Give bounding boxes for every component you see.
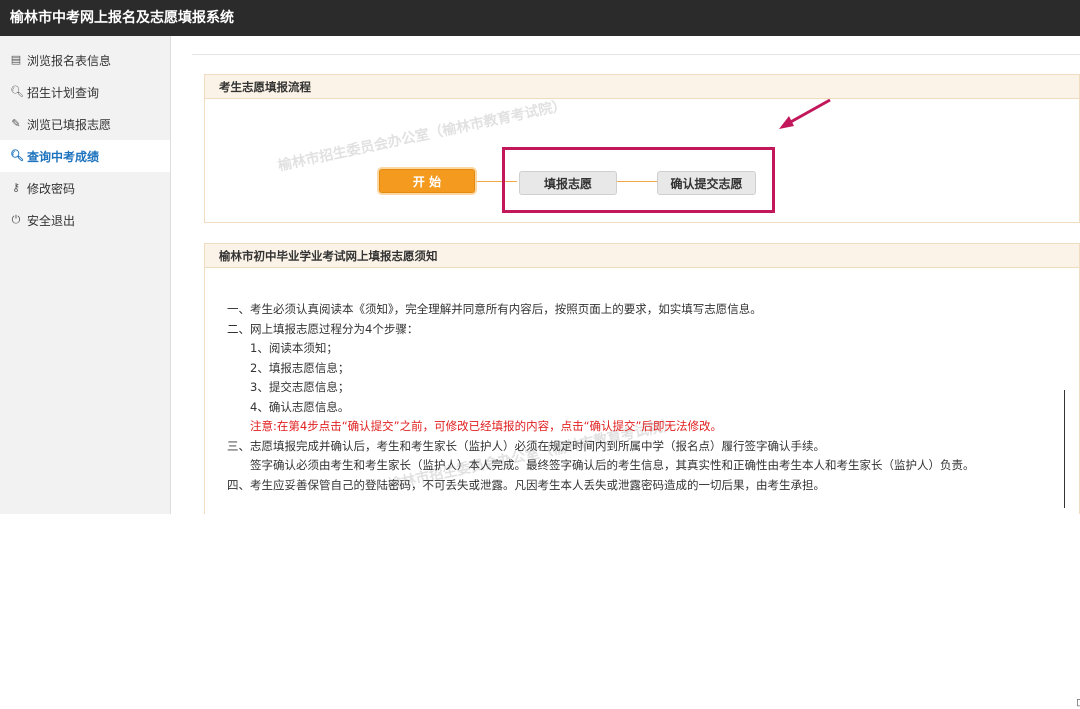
document-icon: ▤ [10,53,22,66]
app-title: 榆林市中考网上报名及志愿填报系统 [10,10,234,26]
notice-warning: 注意:在第4步点击“确认提交”之前，可修改已经填报的内容，点击“确认提交”后即无… [227,419,723,433]
sidebar-item-logout[interactable]: ⏻ 安全退出 [0,204,170,236]
sidebar-item-label: 安全退出 [27,213,76,228]
sidebar-item-view-registration[interactable]: ▤ 浏览报名表信息 [0,44,170,76]
search-icon: 🔍︎ [10,85,24,98]
app-title-bar: 榆林市中考网上报名及志愿填报系统 [0,0,1080,36]
main-content: 考生志愿填报流程 榆林市招生委员会办公室（榆林市教育考试院） 开 始 填报志愿 … [172,36,1080,709]
start-button[interactable]: 开 始 [379,169,475,193]
arrow-icon [779,98,831,129]
notice-line: 4、确认志愿信息。 [227,399,350,414]
highlight-box [502,147,775,213]
sidebar-item-label: 浏览报名表信息 [27,53,112,68]
sidebar-item-label: 招生计划查询 [27,85,100,100]
flow-panel-title: 考生志愿填报流程 [205,75,1079,99]
sidebar: ▤ 浏览报名表信息 🔍︎ 招生计划查询 ✎ 浏览已填报志愿 🔍︎ 查询中考成绩 … [0,36,171,514]
key-icon: ⚷ [11,181,21,194]
power-icon: ⏻ [11,213,21,226]
sidebar-item-label: 修改密码 [27,181,76,196]
notice-text: 一、考生必须认真阅读本《须知》，完全理解并同意所有内容后，按照页面上的要求，如实… [227,300,975,495]
sidebar-item-change-password[interactable]: ⚷ 修改密码 [0,172,170,204]
divider [1064,390,1065,508]
pencil-icon: ✎ [11,117,21,130]
notice-line: 一、考生必须认真阅读本《须知》，完全理解并同意所有内容后，按照页面上的要求，如实… [227,302,762,316]
notice-line: 1、阅读本须知； [227,341,338,355]
search-icon: 🔍︎ [10,149,24,162]
expand-icon[interactable]: ⊡ [1076,696,1080,709]
notice-line: 2、填报志愿信息； [227,360,350,375]
divider [192,54,1080,55]
notice-panel-title: 榆林市初中毕业学业考试网上填报志愿须知 [205,244,1079,268]
notice-panel: 榆林市初中毕业学业考试网上填报志愿须知 榆林市招生委员会办公室（榆林市教育考试院… [204,243,1080,709]
notice-line: 签字确认必须由考生和考生家长（监护人）本人完成。最终签字确认后的考生信息，其真实… [227,458,975,472]
notice-line: 四、考生应妥善保管自己的登陆密码，不可丢失或泄露。凡因考生本人丢失或泄露密码造成… [227,477,825,492]
sidebar-item-label: 浏览已填报志愿 [27,117,112,132]
sidebar-item-label: 查询中考成绩 [27,149,100,164]
sidebar-item-enrollment-plan[interactable]: 🔍︎ 招生计划查询 [0,76,170,108]
notice-line: 三、志愿填报完成并确认后，考生和考生家长（监护人）必须在规定时间内到所属中学（报… [227,438,825,453]
notice-line: 二、网上填报志愿过程分为4个步骤： [227,321,419,336]
sidebar-item-view-applications[interactable]: ✎ 浏览已填报志愿 [0,108,170,140]
notice-line: 3、提交志愿信息； [227,380,350,394]
sidebar-item-query-scores[interactable]: 🔍︎ 查询中考成绩 [0,140,170,172]
